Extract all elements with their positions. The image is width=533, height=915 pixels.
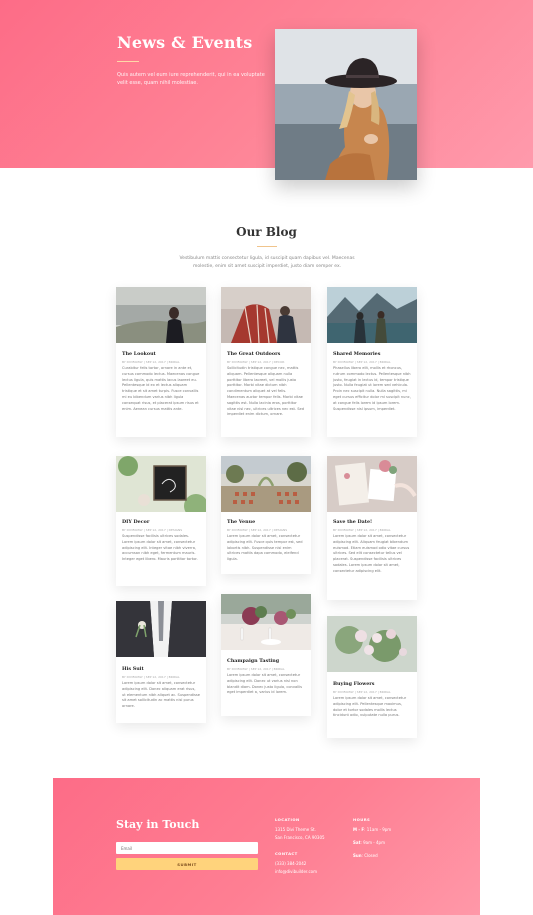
hours-sun-time: : Closed	[361, 853, 378, 858]
hours-saturday: Sat: 9am - 4pm	[353, 839, 385, 846]
footer-title: Stay in Touch	[116, 818, 200, 831]
hours-weekday-time: : 11am - 9pm	[364, 827, 392, 832]
address-line1: 1315 Divi Theme St.	[275, 827, 316, 832]
hours-sat-time: : 9am - 4pm	[360, 840, 385, 845]
hours-sunday: Sun: Closed	[353, 852, 378, 859]
blog-card-meta: BY DIVIFAMILY | SEP 12, 2017 | DESIGNS	[122, 528, 183, 532]
blog-card-excerpt: Lorem ipsum dolor sit amet, consectetur …	[227, 673, 303, 695]
blog-card-meta: BY DIVIFAMILY | SEP 12, 2017 | BRIDAL	[122, 675, 180, 679]
submit-button[interactable]: SUBMIT	[116, 858, 258, 870]
blog-card-shared-memories[interactable]: Shared Memories BY DIVIFAMILY | SEP 12, …	[327, 287, 417, 437]
blog-card-excerpt: Lorem ipsum dolor sit amet, consectetur …	[333, 534, 410, 573]
blog-divider	[257, 246, 277, 247]
blog-card-buying-flowers[interactable]: Buying Flowers BY DIVIFAMILY | SEP 12, 2…	[327, 616, 417, 738]
blog-card-excerpt: Lorem ipsum dolor sit amet, consectetur …	[227, 534, 303, 562]
blog-card-meta: BY DIVIFAMILY | SEP 12, 2017 | BRIDAL	[227, 667, 285, 671]
address-line2: San Francisco, CA 90305	[275, 835, 325, 840]
blog-card-excerpt: Curabitur felis tortor, ornare in ante e…	[122, 366, 200, 411]
blog-card-meta: BY DIVIFAMILY | SEP 12, 2017 | BRIDAL	[333, 690, 391, 694]
hours-sat-day: Sat	[353, 840, 361, 845]
blog-description: Vestibulum mattis consectetur ligula, id…	[179, 256, 355, 269]
blog-card-image[interactable]	[221, 456, 311, 512]
email-field[interactable]	[116, 842, 258, 854]
hero-text: Quis autem vel eum iure reprehenderit, q…	[117, 72, 265, 86]
hero-section: News & Events Quis autem vel eum iure re…	[0, 0, 533, 168]
blog-card-title[interactable]: Champaign Tasting	[227, 658, 305, 664]
blog-card-meta: BY DIVIFAMILY | SEP 12, 2017 | BRIDAL	[122, 360, 180, 364]
blog-card-image[interactable]	[116, 287, 206, 343]
blog-card-excerpt: Lorem ipsum dolor sit amet, consectetur …	[122, 681, 200, 709]
contact-section: Stay in Touch SUBMIT LOCATION 1315 Divi …	[53, 778, 480, 915]
blog-card-meta: BY DIVIFAMILY | SEP 12, 2017 | BRIDAL	[333, 360, 391, 364]
hours-weekday: M - F: 11am - 9pm	[353, 826, 391, 833]
contact-label: CONTACT	[275, 851, 298, 856]
blog-card-image[interactable]	[221, 594, 311, 650]
hero-title: News & Events	[117, 33, 253, 52]
blog-card-meta: BY DIVIFAMILY | SEP 12, 2017 | BRIDAL	[333, 528, 391, 532]
contact-phone[interactable]: (333) 384-2042	[275, 860, 306, 867]
blog-card-the-lookout[interactable]: The Lookout BY DIVIFAMILY | SEP 12, 2017…	[116, 287, 206, 437]
hours-label: HOURS	[353, 817, 371, 822]
blog-card-title[interactable]: Shared Memories	[333, 351, 411, 357]
blog-card-title[interactable]: The Venue	[227, 519, 305, 525]
blog-card-excerpt: Suspendisse facilisis ultrices sodales. …	[122, 534, 198, 562]
contact-email[interactable]: info@divibuilder.com	[275, 868, 317, 875]
blog-card-save-the-date[interactable]: Save the Date! BY DIVIFAMILY | SEP 12, 2…	[327, 456, 417, 600]
hero-divider	[117, 61, 139, 62]
blog-card-meta: BY DIVIFAMILY | SEP 12, 2017 | DESIGNS	[227, 528, 288, 532]
blog-card-his-suit[interactable]: His Suit BY DIVIFAMILY | SEP 12, 2017 | …	[116, 601, 206, 723]
blog-card-image[interactable]	[116, 601, 206, 657]
hero-photo-woman-hat	[275, 29, 417, 180]
blog-card-image[interactable]	[327, 456, 417, 512]
blog-card-image[interactable]	[327, 287, 417, 343]
blog-card-meta: BY DIVIFAMILY | SEP 12, 2017 | DECOR	[227, 360, 285, 364]
hours-weekday-day: M - F	[353, 827, 365, 832]
blog-card-title[interactable]: His Suit	[122, 666, 200, 672]
blog-card-diy-decor[interactable]: DIY Decor BY DIVIFAMILY | SEP 12, 2017 |…	[116, 456, 206, 586]
hours-sun-day: Sun	[353, 853, 362, 858]
blog-card-excerpt: Sollicitudin tristique congue nec, matti…	[227, 366, 305, 417]
blog-card-title[interactable]: Buying Flowers	[333, 681, 411, 687]
blog-card-the-venue[interactable]: The Venue BY DIVIFAMILY | SEP 12, 2017 |…	[221, 456, 311, 574]
blog-card-image[interactable]	[116, 456, 206, 512]
blog-card-image[interactable]	[221, 287, 311, 343]
blog-card-title[interactable]: The Great Outdoors	[227, 351, 305, 357]
blog-card-excerpt: Lorem ipsum dolor sit amet, consectetur …	[333, 696, 407, 718]
location-label: LOCATION	[275, 817, 300, 822]
blog-title: Our Blog	[236, 225, 297, 239]
blog-card-title[interactable]: The Lookout	[122, 351, 200, 357]
blog-card-champaign-tasting[interactable]: Champaign Tasting BY DIVIFAMILY | SEP 12…	[221, 594, 311, 716]
blog-card-excerpt: Phasellus libero elit, mollis et rhoncus…	[333, 366, 411, 411]
blog-card-the-great-outdoors[interactable]: The Great Outdoors BY DIVIFAMILY | SEP 1…	[221, 287, 311, 437]
blog-card-title[interactable]: Save the Date!	[333, 519, 411, 525]
blog-card-image[interactable]	[327, 616, 417, 672]
blog-card-title[interactable]: DIY Decor	[122, 519, 200, 525]
